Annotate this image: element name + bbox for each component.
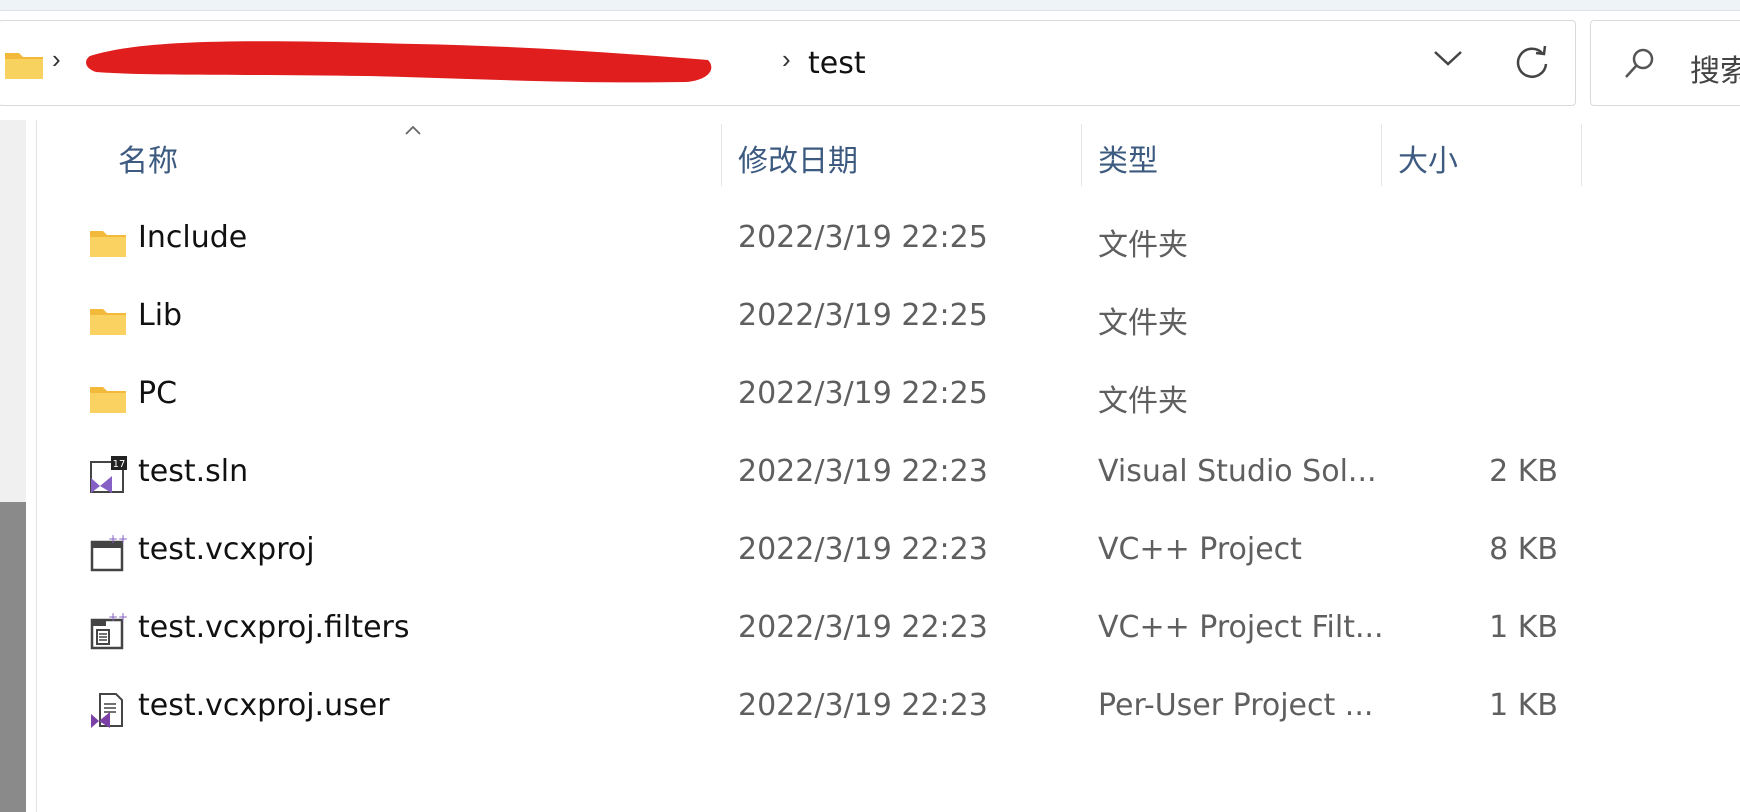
file-type: Visual Studio Sol...	[1098, 454, 1377, 489]
file-name[interactable]: PC	[138, 376, 177, 411]
column-header-type-label: 类型	[1098, 144, 1158, 179]
file-size: 8 KB	[1489, 532, 1558, 567]
file-row[interactable]: PC 2022/3/19 22:25 文件夹	[60, 356, 1590, 434]
file-row[interactable]: ++ test.vcxproj.filters 2022/3/19 22:23 …	[60, 590, 1590, 668]
redaction-mark	[86, 41, 712, 83]
file-type: VC++ Project Filt...	[1098, 610, 1384, 645]
file-modified: 2022/3/19 22:23	[738, 532, 988, 567]
file-name[interactable]: Lib	[138, 298, 182, 333]
file-size: 2 KB	[1489, 454, 1558, 489]
file-modified: 2022/3/19 22:25	[738, 376, 988, 411]
file-row[interactable]: Include 2022/3/19 22:25 文件夹	[60, 200, 1590, 278]
file-size: 1 KB	[1489, 688, 1558, 723]
file-modified: 2022/3/19 22:25	[738, 298, 988, 333]
vcxproj-icon: ++	[90, 534, 128, 572]
file-modified: 2022/3/19 22:23	[738, 454, 988, 489]
chevron-down-icon[interactable]	[1432, 46, 1464, 70]
breadcrumb-chevron-icon[interactable]: ›	[782, 44, 791, 75]
column-header-name-label: 名称	[118, 144, 178, 179]
vcxproj-filters-icon: ++	[90, 612, 128, 650]
folder-icon	[90, 387, 126, 413]
file-row[interactable]: ++ test.vcxproj 2022/3/19 22:23 VC++ Pro…	[60, 512, 1590, 590]
svg-text:17: 17	[113, 459, 126, 470]
breadcrumb-chevron-icon[interactable]: ›	[52, 44, 61, 75]
refresh-icon[interactable]	[1512, 42, 1552, 82]
column-header-size[interactable]: 大小	[1382, 124, 1582, 186]
vcxproj-user-icon	[91, 693, 123, 728]
file-row[interactable]: test.vcxproj.user 2022/3/19 22:23 Per-Us…	[60, 668, 1590, 746]
file-modified: 2022/3/19 22:25	[738, 220, 988, 255]
folder-icon	[5, 53, 43, 79]
file-type: 文件夹	[1098, 228, 1188, 263]
sort-ascending-icon	[405, 125, 421, 135]
breadcrumb-current[interactable]: test	[808, 46, 866, 81]
file-type: 文件夹	[1098, 384, 1188, 419]
folder-icon	[90, 309, 126, 335]
file-name[interactable]: test.vcxproj.filters	[138, 610, 410, 645]
file-type: Per-User Project ...	[1098, 688, 1374, 723]
file-size: 1 KB	[1489, 610, 1558, 645]
svg-text:++: ++	[108, 534, 128, 546]
folder-icon	[90, 231, 126, 257]
file-name[interactable]: test.vcxproj	[138, 532, 315, 567]
search-icon	[1625, 48, 1654, 78]
file-row[interactable]: Lib 2022/3/19 22:25 文件夹	[60, 278, 1590, 356]
search-input[interactable]: 搜索	[1690, 46, 1740, 90]
pane-divider	[36, 120, 37, 812]
window-top-strip	[0, 0, 1740, 11]
vs-solution-icon: 17	[90, 456, 127, 493]
scrollbar-thumb[interactable]	[0, 502, 26, 812]
svg-text:++: ++	[108, 612, 128, 624]
column-header-size-label: 大小	[1398, 144, 1458, 179]
file-name[interactable]: Include	[138, 220, 247, 255]
file-type: 文件夹	[1098, 306, 1188, 341]
file-modified: 2022/3/19 22:23	[738, 610, 988, 645]
column-header-modified-label: 修改日期	[738, 144, 858, 179]
column-header-type[interactable]: 类型	[1082, 124, 1382, 186]
file-name[interactable]: test.vcxproj.user	[138, 688, 390, 723]
file-row[interactable]: 17 test.sln 2022/3/19 22:23 Visual Studi…	[60, 434, 1590, 512]
file-type: VC++ Project	[1098, 532, 1302, 567]
file-modified: 2022/3/19 22:23	[738, 688, 988, 723]
column-header-modified[interactable]: 修改日期	[722, 124, 1082, 186]
file-name[interactable]: test.sln	[138, 454, 248, 489]
